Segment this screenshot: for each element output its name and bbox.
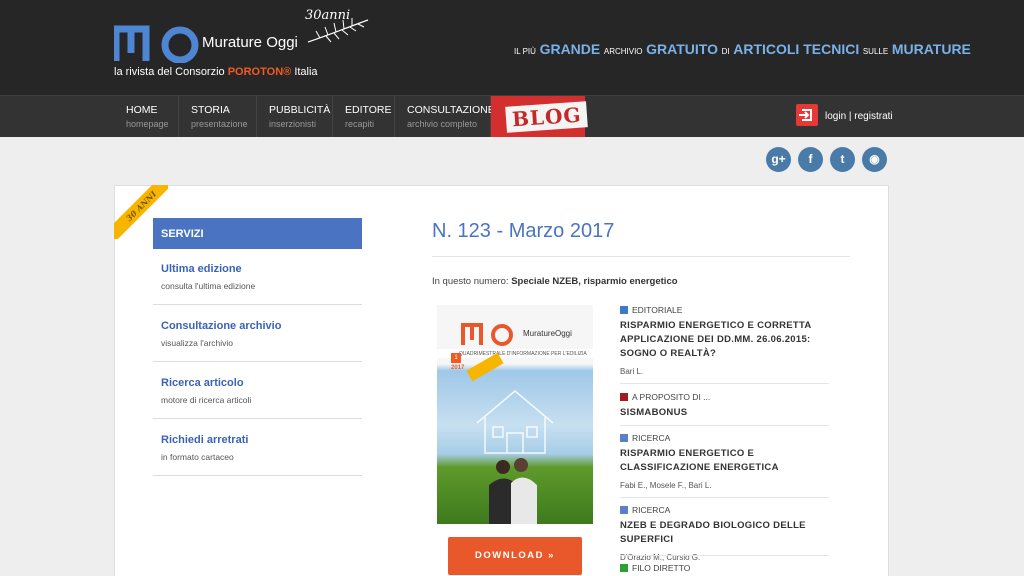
laurel-icon <box>307 18 369 43</box>
issue-summary: In questo numero: Speciale NZEB, risparm… <box>432 276 678 287</box>
site-subtitle: la rivista del Consorzio POROTON® Italia <box>114 66 318 78</box>
sidebar-item-richiedi-arretrati[interactable]: Richiedi arretrati in formato cartaceo <box>153 420 362 476</box>
divider <box>432 256 850 257</box>
login-icon[interactable] <box>796 104 818 126</box>
google-plus-icon[interactable]: g+ <box>766 147 791 172</box>
sidebar-item-consultazione-archivio[interactable]: Consultazione archivio visualizza l'archi… <box>153 306 362 362</box>
poroton-link[interactable]: POROTON® <box>228 66 292 78</box>
nav-editore[interactable]: EDITORE recapiti <box>333 96 395 137</box>
sidebar-title: SERVIZI <box>153 218 362 249</box>
mo-logo[interactable] <box>114 23 204 63</box>
nav-pubblicita[interactable]: PUBBLICITÀ inserzionisti <box>257 96 333 137</box>
divider <box>620 555 829 556</box>
sidebar-item-ricerca-articolo[interactable]: Ricerca articolo motore di ricerca artico… <box>153 363 362 419</box>
rss-icon[interactable]: ◉ <box>862 147 887 172</box>
divider <box>620 497 829 498</box>
site-header: Murature Oggi 30anni la rivista del Cons… <box>0 0 1024 95</box>
house-illustration <box>476 390 554 454</box>
divider <box>620 383 829 384</box>
category-marker <box>620 434 628 442</box>
facebook-icon[interactable]: f <box>798 147 823 172</box>
category-marker <box>620 393 628 401</box>
article-item[interactable]: FILO DIRETTO <box>620 563 829 573</box>
article-item[interactable]: RICERCA NZEB E DEGRADO BIOLOGICO DELLE S… <box>620 505 829 562</box>
nav-home[interactable]: HOME homepage <box>114 96 179 137</box>
article-item[interactable]: A PROPOSITO DI ... SISMABONUS <box>620 392 829 420</box>
site-tagline: IL PIÙ GRANDE ARCHIVIO GRATUITO DI ARTIC… <box>514 41 971 57</box>
category-marker <box>620 564 628 572</box>
divider <box>620 425 829 426</box>
cover-logo <box>461 323 513 346</box>
category-marker <box>620 506 628 514</box>
nav-storia[interactable]: STORIA presentazione <box>179 96 257 137</box>
nav-consultazione[interactable]: CONSULTAZIONE archivio completo <box>395 96 495 137</box>
download-button[interactable]: DOWNLOAD » <box>448 537 582 575</box>
article-item[interactable]: EDITORIALE RISPARMIO ENERGETICO E CORRET… <box>620 305 829 376</box>
sidebar-item-ultima-edizione[interactable]: Ultima edizione consulta l'ultima edizion… <box>153 249 362 305</box>
category-marker <box>620 306 628 314</box>
people-illustration <box>489 458 537 524</box>
login-register-link[interactable]: login | registrati <box>825 111 893 122</box>
issue-cover[interactable]: MuratureOggi QUADRIMESTRALE D'INFORMAZIO… <box>437 305 593 524</box>
issue-title: N. 123 - Marzo 2017 <box>432 220 615 242</box>
article-item[interactable]: RICERCA RISPARMIO ENERGETICO E CLASSIFIC… <box>620 433 829 490</box>
brand-name: Murature Oggi <box>202 34 298 51</box>
twitter-icon[interactable]: t <box>830 147 855 172</box>
